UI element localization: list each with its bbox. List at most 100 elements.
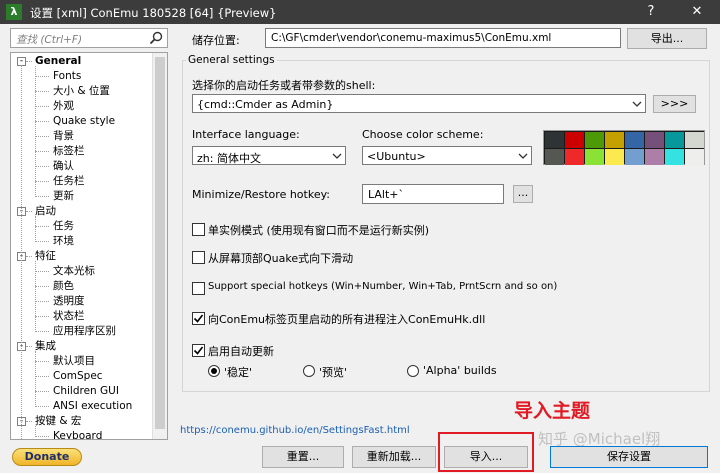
color-swatch[interactable] [545, 132, 564, 148]
option-checkbox[interactable] [192, 344, 205, 357]
title-bar[interactable]: λ 设置 [xml] ConEmu 180528 [64] {Preview} … [0, 0, 720, 24]
update-channel-radio[interactable] [208, 365, 220, 377]
update-channel-radio[interactable] [303, 365, 315, 377]
color-swatch[interactable] [585, 132, 604, 148]
close-button[interactable]: ✕ [680, 0, 714, 24]
tree-item[interactable]: ComSpec [53, 369, 103, 384]
tree-item-label: Quake style [53, 115, 116, 127]
checkmark-icon [193, 314, 204, 323]
update-channel-label[interactable]: 'Alpha' builds [423, 364, 497, 377]
color-swatch[interactable] [665, 149, 684, 165]
tree-item-label: Fonts [53, 70, 82, 82]
option-checkbox[interactable] [192, 251, 205, 264]
interface-language-combo[interactable]: zh: 简体中文 [192, 146, 346, 165]
color-swatch[interactable] [685, 132, 704, 148]
color-swatch[interactable] [645, 149, 664, 165]
tree-item-label: 确认 [53, 160, 74, 172]
update-channel-label[interactable]: '预览' [319, 364, 347, 380]
settings-search-box[interactable]: 查找 (Ctrl+F) [10, 28, 168, 48]
tree-connector [35, 151, 49, 152]
tree-item[interactable]: 文本光标 [53, 264, 95, 279]
color-palette-preview[interactable] [543, 130, 705, 165]
tree-item[interactable]: General [35, 54, 81, 69]
tree-item[interactable]: 大小 & 位置 [53, 84, 110, 99]
update-channel-radio[interactable] [407, 365, 419, 377]
tree-item[interactable]: 状态栏 [53, 309, 85, 324]
tree-scrollbar[interactable] [152, 53, 167, 439]
tree-item[interactable]: Children GUI [53, 384, 119, 399]
tree-item-label: 任务栏 [53, 175, 85, 187]
export-button[interactable]: 导出... [627, 28, 707, 49]
tree-item[interactable]: ANSI execution [53, 399, 132, 414]
tree-connector [35, 196, 49, 197]
tree-connector [26, 256, 32, 257]
tree-item-label: Keyboard [53, 430, 103, 440]
settings-fast-link[interactable]: https://conemu.github.io/en/SettingsFast… [180, 425, 410, 436]
color-swatch[interactable] [605, 149, 624, 165]
help-button[interactable]: ? [634, 0, 668, 24]
tree-item[interactable]: 环境 [53, 234, 74, 249]
option-checkbox[interactable] [192, 223, 205, 236]
search-icon[interactable] [148, 30, 164, 46]
color-swatch[interactable] [625, 132, 644, 148]
window-title: 设置 [xml] ConEmu 180528 [64] {Preview} [30, 6, 277, 20]
update-channel-label[interactable]: '稳定' [224, 364, 252, 380]
option-checkbox[interactable] [192, 282, 205, 295]
tree-item[interactable]: 背景 [53, 129, 74, 144]
color-swatch[interactable] [545, 149, 564, 165]
import-button[interactable]: 导入... [444, 446, 528, 468]
reset-button[interactable]: 重置... [262, 446, 344, 468]
color-swatch[interactable] [625, 149, 644, 165]
tree-item[interactable]: 透明度 [53, 294, 85, 309]
tree-item[interactable]: Keyboard [53, 429, 103, 440]
color-swatch[interactable] [565, 149, 584, 165]
tree-item[interactable]: 确认 [53, 159, 74, 174]
storage-path-field[interactable]: C:\GF\cmder\vendor\conemu-maximus5\ConEm… [265, 28, 621, 48]
color-swatch[interactable] [585, 149, 604, 165]
tree-item[interactable]: 按键 & 宏 [35, 414, 81, 429]
tree-item[interactable]: 集成 [35, 339, 56, 354]
tree-item[interactable]: Fonts [53, 69, 81, 84]
donate-button[interactable]: Donate [12, 448, 82, 466]
option-label[interactable]: 向ConEmu标签页里启动的所有进程注入ConEmuHk.dll [208, 311, 485, 327]
tree-item[interactable]: 启动 [35, 204, 56, 219]
tree-connector [35, 361, 49, 362]
tree-scrollbar-thumb[interactable] [155, 57, 165, 429]
tree-item[interactable]: 任务 [53, 219, 74, 234]
option-checkbox[interactable] [192, 312, 205, 325]
settings-tree[interactable]: - General Fonts 大小 & 位置 外观 Quake style 背景 标签栏 确认… [10, 52, 168, 440]
tree-item[interactable]: 标签栏 [53, 144, 85, 159]
tree-connector [35, 91, 49, 92]
tree-item[interactable]: 外观 [53, 99, 74, 114]
color-swatch[interactable] [605, 132, 624, 148]
tree-item-label: ComSpec [53, 370, 103, 382]
tree-item[interactable]: 颜色 [53, 279, 74, 294]
hotkey-field[interactable]: LAlt+` [362, 184, 504, 204]
tree-item[interactable]: 更新 [53, 189, 74, 204]
color-swatch[interactable] [685, 149, 704, 165]
tree-item-label: 特征 [35, 250, 56, 262]
option-label[interactable]: 单实例模式 (使用现有窗口而不是运行新实例) [208, 222, 429, 238]
color-scheme-value: <Ubuntu> [367, 150, 426, 163]
chevron-down-icon [518, 153, 528, 159]
tree-item-label: General [35, 55, 82, 67]
option-label[interactable]: 从屏幕顶部Quake式向下滑动 [208, 250, 353, 266]
startup-task-more-button[interactable]: >>> [653, 95, 696, 113]
tree-item[interactable]: Quake style [53, 114, 115, 129]
tree-item[interactable]: 特征 [35, 249, 56, 264]
color-swatch[interactable] [565, 132, 584, 148]
save-settings-button[interactable]: 保存设置 [550, 446, 708, 468]
tree-item[interactable]: 默认项目 [53, 354, 95, 369]
hotkey-more-button[interactable]: ... [513, 185, 533, 203]
reload-button[interactable]: 重新加载... [352, 446, 436, 468]
color-swatch[interactable] [665, 132, 684, 148]
hotkey-label: Minimize/Restore hotkey: [192, 188, 331, 201]
option-label[interactable]: 启用自动更新 [208, 343, 274, 359]
color-swatch[interactable] [645, 132, 664, 148]
startup-task-combo[interactable]: {cmd::Cmder as Admin} [192, 94, 646, 113]
color-scheme-combo[interactable]: <Ubuntu> [362, 146, 532, 165]
tree-item-label: 透明度 [53, 295, 85, 307]
option-label[interactable]: Support special hotkeys (Win+Number, Win… [208, 281, 557, 292]
tree-item[interactable]: 应用程序区别 [53, 324, 116, 339]
tree-item[interactable]: 任务栏 [53, 174, 85, 189]
